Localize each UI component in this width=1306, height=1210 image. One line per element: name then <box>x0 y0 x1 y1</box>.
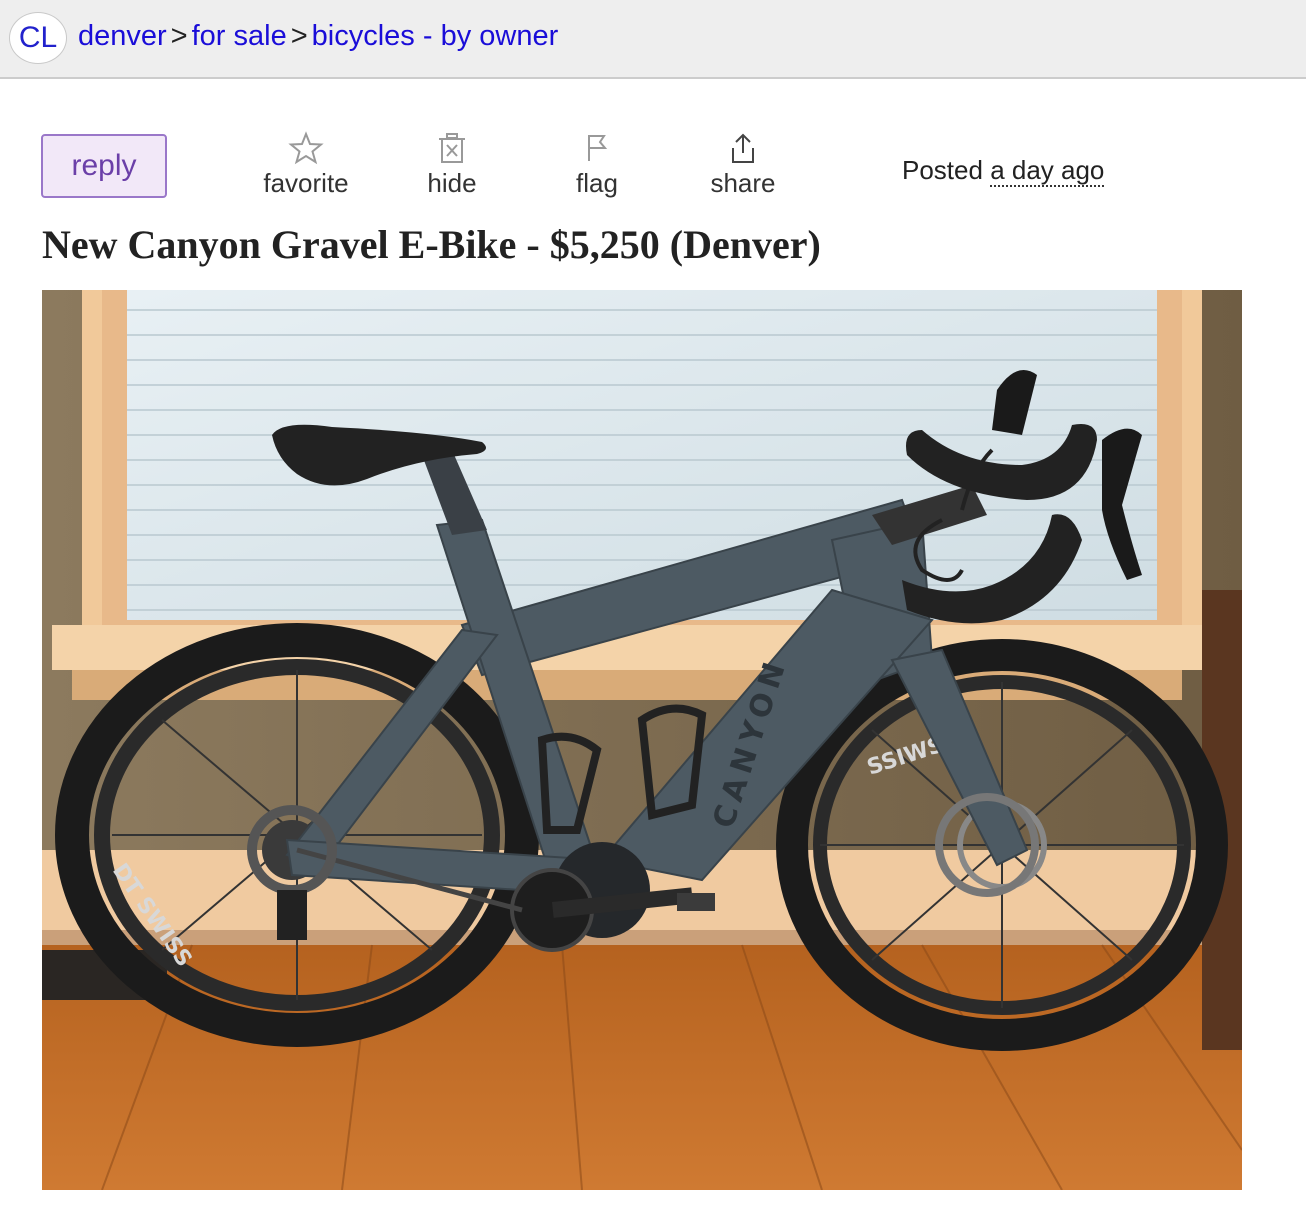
top-bar: CL denver > for sale > bicycles - by owner <box>0 0 1306 79</box>
breadcrumb-for-sale[interactable]: for sale <box>192 20 287 52</box>
hide-button[interactable]: hide <box>404 131 500 199</box>
rear-wheel: DT SWISS <box>55 623 539 1047</box>
posted-prefix: Posted <box>902 155 983 185</box>
bike-photo-illustration: DT SWISS SSIWS CANYON <box>42 290 1242 1190</box>
flag-icon <box>588 135 608 161</box>
craigslist-logo[interactable]: CL <box>9 12 67 64</box>
favorite-label: favorite <box>263 168 349 198</box>
posting-title: New Canyon Gravel E-Bike - $5,250 (Denve… <box>42 222 821 267</box>
share-label: share <box>710 168 776 198</box>
share-button[interactable]: share <box>694 131 792 199</box>
star-icon <box>288 131 324 165</box>
flag-button[interactable]: flag <box>552 131 642 199</box>
hide-label: hide <box>427 168 477 198</box>
reply-button[interactable]: reply <box>41 134 167 198</box>
posted-ago[interactable]: a day ago <box>990 155 1105 187</box>
favorite-button[interactable]: favorite <box>250 131 362 199</box>
breadcrumb: denver > for sale > bicycles - by owner <box>78 18 558 54</box>
posting-photo[interactable]: DT SWISS SSIWS CANYON <box>42 290 1242 1190</box>
derailleur <box>277 890 307 940</box>
trash-x-icon <box>439 133 465 163</box>
breadcrumb-separator: > <box>290 20 308 52</box>
breadcrumb-bicycles-by-owner[interactable]: bicycles - by owner <box>312 20 559 52</box>
breadcrumb-denver[interactable]: denver <box>78 20 167 52</box>
posted-date: Posted a day ago <box>902 154 1105 187</box>
flag-label: flag <box>576 168 618 198</box>
breadcrumb-separator: > <box>170 20 188 52</box>
share-icon <box>732 133 754 163</box>
